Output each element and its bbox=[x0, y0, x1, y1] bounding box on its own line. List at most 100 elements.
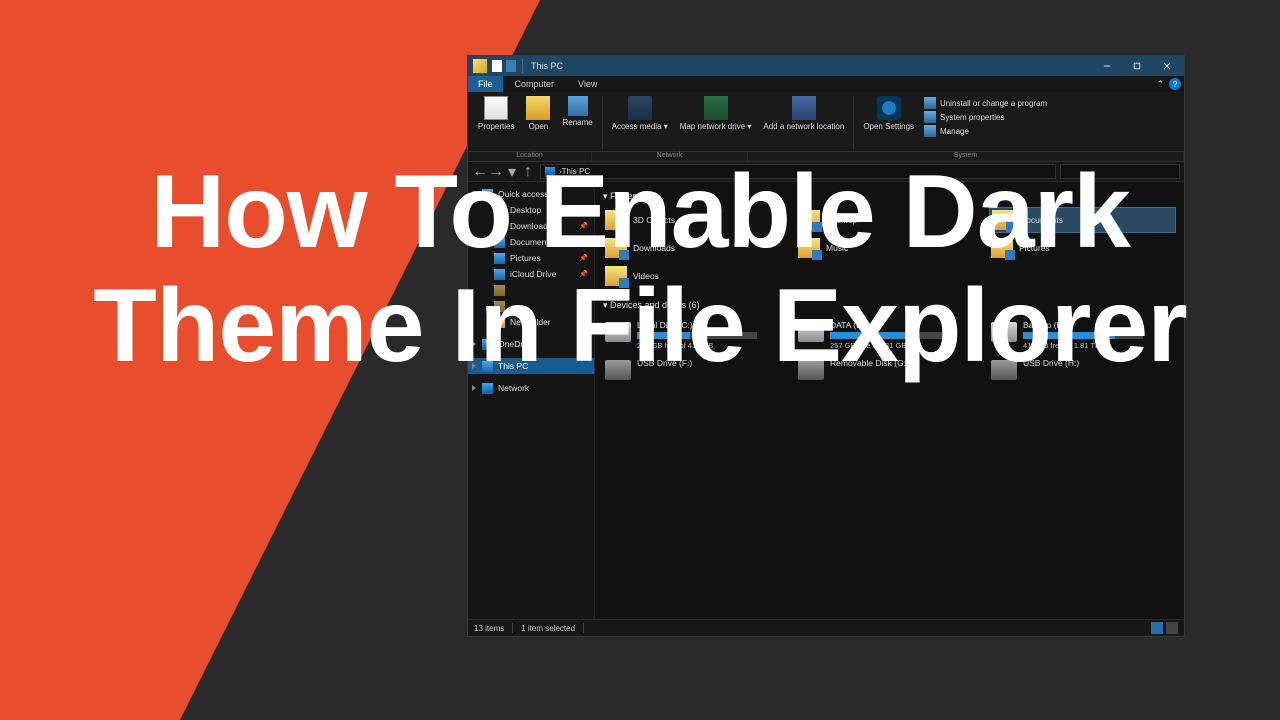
view-tiles-button[interactable] bbox=[1166, 622, 1178, 634]
nav-this-pc[interactable]: This PC bbox=[468, 358, 594, 374]
ribbon-add-location[interactable]: Add a network location bbox=[758, 94, 849, 151]
nav-label: OneDrive bbox=[498, 339, 534, 349]
address-bar: ← → ▾ ↑ › This PC bbox=[468, 162, 1184, 182]
nav-quick-access[interactable]: Quick access bbox=[468, 186, 594, 202]
nav-label: Desktop bbox=[510, 205, 541, 215]
folder-videos[interactable]: Videos bbox=[603, 263, 790, 289]
nav-back-button[interactable]: ← bbox=[472, 164, 488, 180]
qat-icon-2[interactable] bbox=[506, 60, 516, 72]
nav-icloud[interactable]: iCloud Drive📌 bbox=[468, 266, 594, 282]
drive-item[interactable]: Removable Disk (G:) bbox=[796, 356, 983, 390]
ribbon-system-properties[interactable]: System properties bbox=[924, 110, 1047, 124]
desktop-icon bbox=[494, 205, 505, 216]
explorer-icon bbox=[473, 59, 487, 73]
menu-file[interactable]: File bbox=[468, 76, 503, 92]
folder-label: Documents bbox=[1020, 215, 1063, 225]
qat-icon[interactable] bbox=[492, 60, 502, 72]
nav-pane: Quick access Desktop📌 Downloads📌 Documen… bbox=[468, 182, 595, 619]
nav-pictures[interactable]: Pictures📌 bbox=[468, 250, 594, 266]
titlebar[interactable]: This PC bbox=[468, 56, 1184, 76]
ribbon-system-group: Uninstall or change a program System pro… bbox=[920, 94, 1047, 151]
address-input[interactable]: › This PC bbox=[540, 164, 1056, 179]
ribbon-rename[interactable]: Rename bbox=[557, 94, 597, 151]
ribbon-label: Add a network location bbox=[763, 122, 844, 131]
section-folders[interactable]: ▾ Folders (7) bbox=[603, 188, 1176, 205]
nav-onedrive[interactable]: OneDrive bbox=[468, 336, 594, 352]
maximize-button[interactable] bbox=[1122, 56, 1152, 76]
menu-computer[interactable]: Computer bbox=[503, 76, 567, 92]
ribbon-group-label: System bbox=[748, 152, 1184, 161]
close-button[interactable] bbox=[1152, 56, 1182, 76]
nav-up-button[interactable]: ↑ bbox=[520, 164, 536, 180]
folder-label: Desktop bbox=[826, 215, 857, 225]
ribbon-open-settings[interactable]: Open Settings bbox=[858, 94, 919, 151]
nav-newfolder[interactable]: New folder bbox=[468, 314, 594, 330]
drive-icon bbox=[605, 322, 631, 342]
star-icon bbox=[482, 189, 493, 200]
nav-label bbox=[510, 301, 512, 311]
drive-item[interactable]: DATA (D:)257 GB free of 931 GB bbox=[796, 318, 983, 352]
window-title: This PC bbox=[527, 61, 1092, 71]
ribbon-group-label: Network bbox=[592, 152, 748, 161]
drive-capacity-bar bbox=[1023, 332, 1143, 339]
nav-label: Downloads bbox=[510, 221, 552, 231]
nav-history-button[interactable]: ▾ bbox=[504, 164, 520, 180]
ribbon-manage[interactable]: Manage bbox=[924, 124, 1047, 138]
drive-icon bbox=[991, 322, 1017, 342]
nav-label: New folder bbox=[510, 317, 551, 327]
pin-icon: 📌 bbox=[579, 254, 588, 262]
ribbon-label: Open bbox=[529, 122, 549, 131]
menu-bar: File Computer View ⌃ ? bbox=[468, 76, 1184, 92]
ribbon-access-media[interactable]: Access media ▾ bbox=[607, 94, 673, 151]
folder-pictures[interactable]: Pictures bbox=[989, 235, 1176, 261]
manage-icon bbox=[924, 125, 936, 137]
ribbon-map-drive[interactable]: Map network drive ▾ bbox=[675, 94, 757, 151]
drive-capacity-bar bbox=[830, 332, 950, 339]
folder-icon bbox=[494, 285, 505, 296]
nav-item-recent[interactable] bbox=[468, 282, 594, 298]
ribbon-group-label: Location bbox=[468, 152, 592, 161]
view-details-button[interactable] bbox=[1151, 622, 1163, 634]
gear-icon bbox=[877, 96, 901, 120]
folder-label: 3D Objects bbox=[633, 215, 675, 225]
folder-3d-objects[interactable]: 3D Objects bbox=[603, 207, 790, 233]
ribbon-label: System properties bbox=[940, 113, 1004, 122]
folder-music[interactable]: Music bbox=[796, 235, 983, 261]
nav-label: iCloud Drive bbox=[510, 269, 556, 279]
file-explorer-window: This PC File Computer View ⌃ ? Propertie… bbox=[467, 55, 1185, 637]
pin-icon: 📌 bbox=[579, 238, 588, 246]
drive-item[interactable]: USB Drive (F:) bbox=[603, 356, 790, 390]
ribbon-properties[interactable]: Properties bbox=[473, 94, 519, 151]
menu-view[interactable]: View bbox=[566, 76, 609, 92]
nav-documents[interactable]: Documents📌 bbox=[468, 234, 594, 250]
nav-forward-button[interactable]: → bbox=[488, 164, 504, 180]
nav-downloads[interactable]: Downloads📌 bbox=[468, 218, 594, 234]
ribbon-label: Uninstall or change a program bbox=[940, 99, 1047, 108]
section-label: Folders (7) bbox=[610, 191, 654, 201]
drive-item[interactable]: Local Disk (C:)232 GB free of 418 GB bbox=[603, 318, 790, 352]
usb-drive-icon bbox=[605, 360, 631, 380]
folder-label: Pictures bbox=[1019, 243, 1050, 253]
drive-item[interactable]: USB Drive (H:) bbox=[989, 356, 1176, 390]
media-icon bbox=[628, 96, 652, 120]
folder-icon bbox=[992, 210, 1014, 230]
pictures-icon bbox=[494, 253, 505, 264]
ribbon-label: Map network drive ▾ bbox=[680, 122, 752, 131]
ribbon-uninstall[interactable]: Uninstall or change a program bbox=[924, 96, 1047, 110]
ribbon-open[interactable]: Open bbox=[521, 94, 555, 151]
folder-desktop[interactable]: Desktop bbox=[796, 207, 983, 233]
section-drives[interactable]: ▾ Devices and drives (6) bbox=[603, 297, 1176, 314]
help-icon[interactable]: ? bbox=[1169, 78, 1181, 90]
nav-network[interactable]: Network bbox=[468, 380, 594, 396]
nav-item-recent[interactable] bbox=[468, 298, 594, 314]
folder-documents[interactable]: Documents bbox=[989, 207, 1176, 233]
minimize-button[interactable] bbox=[1092, 56, 1122, 76]
search-input[interactable] bbox=[1060, 164, 1180, 179]
folder-downloads[interactable]: Downloads bbox=[603, 235, 790, 261]
ribbon-label: Properties bbox=[478, 122, 514, 131]
drive-item[interactable]: Backup (E:)412 GB free of 1.81 TB bbox=[989, 318, 1176, 352]
ribbon-label: Manage bbox=[940, 127, 969, 136]
folder-icon bbox=[798, 238, 820, 258]
ribbon-collapse-icon[interactable]: ⌃ bbox=[1153, 76, 1167, 92]
nav-desktop[interactable]: Desktop📌 bbox=[468, 202, 594, 218]
